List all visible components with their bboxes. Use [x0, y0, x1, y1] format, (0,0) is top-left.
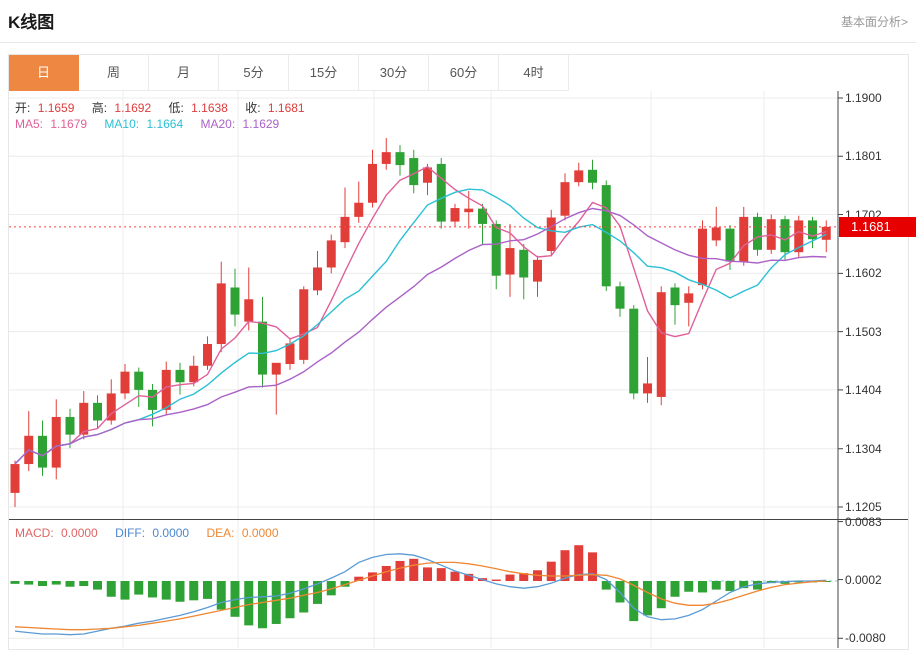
ma20-label: MA20: [200, 117, 235, 131]
diff-label: DIFF: [115, 526, 145, 540]
ma5-line [15, 167, 826, 464]
y-axis-tick-label: 0.0002 [845, 573, 907, 587]
tab-min30[interactable]: 30分 [359, 55, 429, 91]
y-axis-tick-label: 1.1304 [845, 442, 907, 456]
ma5-label: MA5: [15, 117, 43, 131]
open-value: 1.1659 [38, 101, 75, 115]
dea-label: DEA: [206, 526, 234, 540]
tab-min15[interactable]: 15分 [289, 55, 359, 91]
y-axis-tick-label: 1.1900 [845, 91, 907, 105]
macd-label: MACD: [15, 526, 54, 540]
y-axis-tick-label: 1.1404 [845, 383, 907, 397]
candlestick-series [11, 138, 831, 507]
dea-value: 0.0000 [242, 526, 279, 540]
page-title: K线图 [8, 8, 54, 33]
macd-legend: MACD: 0.0000 DIFF: 0.0000 DEA: 0.0000 [15, 526, 283, 540]
chart-panel: 日周月5分15分30分60分4时 开: 1.1659 高: 1.1692 低: … [8, 54, 909, 650]
fundamental-analysis-link[interactable]: 基本面分析> [841, 13, 908, 30]
y-axis-tick-label: 1.1205 [845, 500, 907, 514]
ma20-value: 1.1629 [243, 117, 280, 131]
y-axis-tick-label: -0.0080 [845, 631, 907, 645]
low-value: 1.1638 [191, 101, 228, 115]
low-label: 低: [168, 101, 183, 115]
tab-week[interactable]: 周 [79, 55, 149, 91]
macd-value: 0.0000 [61, 526, 98, 540]
ma5-value: 1.1679 [50, 117, 87, 131]
open-label: 开: [15, 101, 30, 115]
ma10-label: MA10: [104, 117, 139, 131]
close-label: 收: [245, 101, 260, 115]
close-value: 1.1681 [268, 101, 305, 115]
high-label: 高: [92, 101, 107, 115]
tab-min60[interactable]: 60分 [429, 55, 499, 91]
interval-tabbar: 日周月5分15分30分60分4时 [9, 55, 569, 91]
ma-legend: MA5: 1.1679 MA10: 1.1664 MA20: 1.1629 [15, 117, 283, 131]
y-axis-tick-label: 1.1801 [845, 149, 907, 163]
y-axis-tick-label: 1.1503 [845, 325, 907, 339]
tab-min5[interactable]: 5分 [219, 55, 289, 91]
header-divider [0, 42, 916, 43]
ma10-value: 1.1664 [146, 117, 183, 131]
tab-hour4[interactable]: 4时 [499, 55, 569, 91]
tab-day[interactable]: 日 [9, 55, 79, 91]
dea-line [15, 562, 826, 629]
ohlc-legend: 开: 1.1659 高: 1.1692 低: 1.1638 收: 1.1681 [15, 99, 309, 116]
y-axis-tick-label: 1.1602 [845, 266, 907, 280]
current-price-tag: 1.1681 [839, 217, 916, 237]
kline-chart[interactable] [9, 91, 908, 648]
tab-month[interactable]: 月 [149, 55, 219, 91]
diff-value: 0.0000 [152, 526, 189, 540]
high-value: 1.1692 [114, 101, 151, 115]
y-axis-tick-label: 0.0083 [845, 515, 907, 529]
